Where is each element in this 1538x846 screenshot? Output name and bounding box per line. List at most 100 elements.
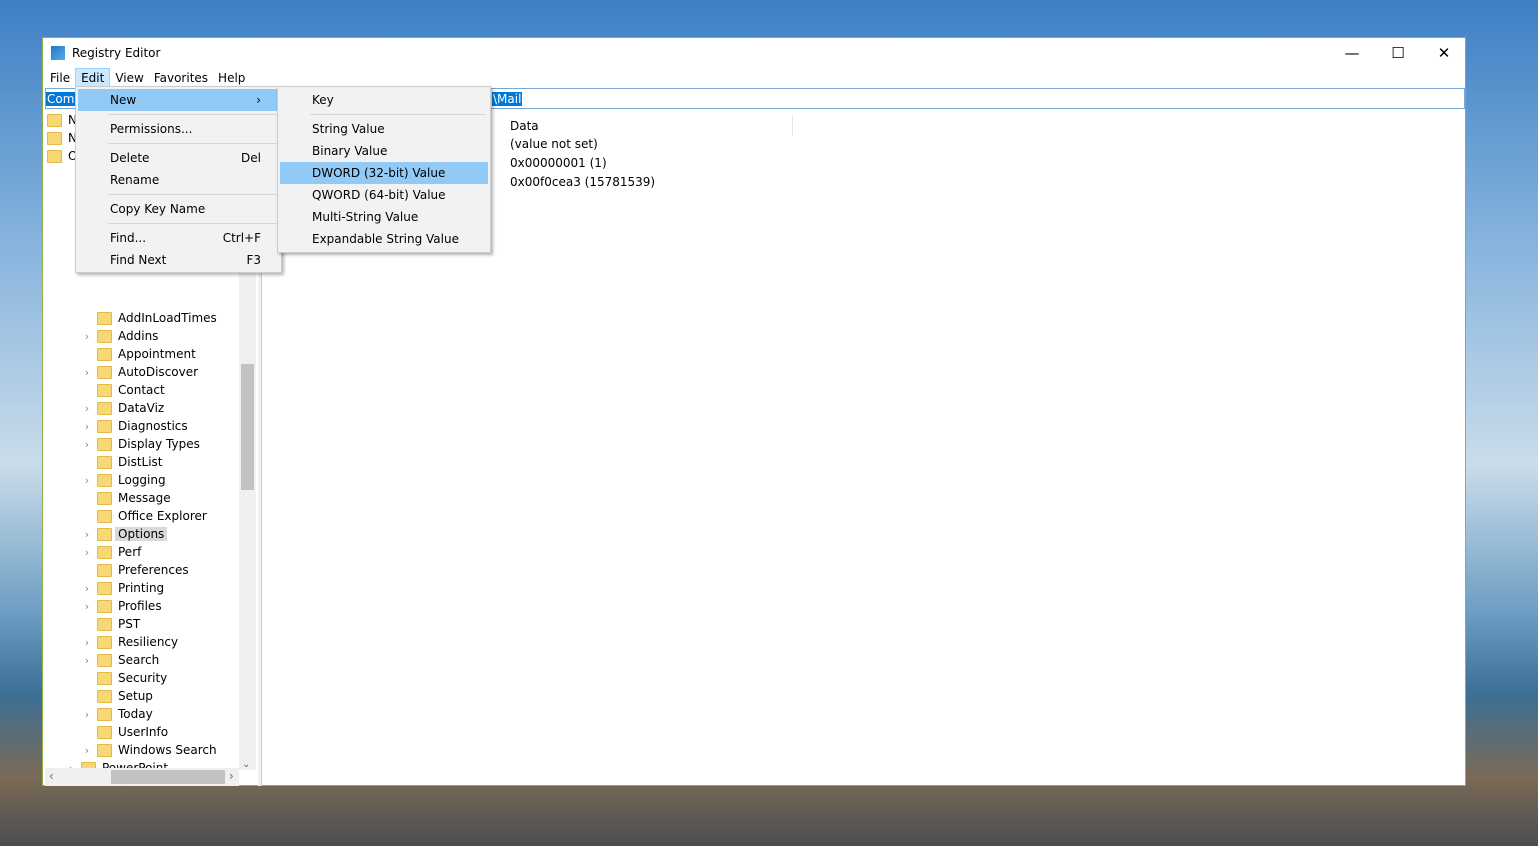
chevron-right-icon[interactable]: › <box>81 474 93 487</box>
menu-item-find-next[interactable]: Find Next F3 <box>78 249 279 271</box>
menu-file[interactable]: File <box>45 69 75 87</box>
tree-item[interactable]: AddInLoadTimes <box>81 309 217 327</box>
tree-item[interactable]: N <box>47 111 77 129</box>
chevron-right-icon[interactable]: › <box>81 654 93 667</box>
menu-favorites[interactable]: Favorites <box>149 69 213 87</box>
scroll-right-icon[interactable]: › <box>229 769 234 783</box>
folder-icon <box>97 707 112 721</box>
tree-item[interactable]: DistList <box>81 453 163 471</box>
chevron-right-icon[interactable]: › <box>81 546 93 559</box>
tree-item[interactable]: › Search <box>81 651 159 669</box>
tree-item-label: DataViz <box>118 401 165 415</box>
folder-icon <box>97 509 112 523</box>
tree-item[interactable]: › Options <box>81 525 168 543</box>
chevron-right-icon[interactable]: › <box>81 402 93 415</box>
tree-item-label: Printing <box>118 581 165 595</box>
folder-icon <box>97 617 112 631</box>
tree-horizontal-scrollbar[interactable]: ‹ › <box>45 768 239 786</box>
tree-item[interactable]: Contact <box>81 381 165 399</box>
chevron-right-icon[interactable]: › <box>81 708 93 721</box>
tree-item[interactable]: O <box>47 147 77 165</box>
folder-icon <box>97 599 112 613</box>
folder-icon <box>97 635 112 649</box>
submenu-item-key[interactable]: Key <box>280 89 488 111</box>
chevron-right-icon[interactable]: › <box>81 420 93 433</box>
folder-icon <box>97 401 112 415</box>
scroll-left-icon[interactable]: ‹ <box>49 769 54 783</box>
folder-icon <box>47 149 62 163</box>
close-button[interactable]: ✕ <box>1421 38 1467 68</box>
tree-item[interactable]: › Resiliency <box>81 633 178 651</box>
tree-item-label: PST <box>118 617 141 631</box>
tree-item[interactable]: N <box>47 129 77 147</box>
menu-view[interactable]: View <box>110 69 148 87</box>
submenu-item-qword-value[interactable]: QWORD (64-bit) Value <box>280 184 488 206</box>
menu-item-copy-key-name[interactable]: Copy Key Name <box>78 198 279 220</box>
folder-icon <box>97 689 112 703</box>
folder-icon <box>97 653 112 667</box>
tree-item[interactable]: › AutoDiscover <box>81 363 198 381</box>
menu-edit[interactable]: Edit <box>75 68 111 88</box>
label: Find... <box>110 231 147 245</box>
chevron-right-icon[interactable]: › <box>81 600 93 613</box>
label: Find Next <box>110 253 167 267</box>
tree-item[interactable]: › Addins <box>81 327 159 345</box>
data-value: 0x00000001 (1) <box>510 156 607 170</box>
tree-item[interactable]: › DataViz <box>81 399 164 417</box>
data-column-header[interactable]: Data <box>505 116 793 136</box>
tree-item[interactable]: › Diagnostics <box>81 417 188 435</box>
chevron-right-icon[interactable]: › <box>81 744 93 757</box>
submenu-item-multi-string-value[interactable]: Multi-String Value <box>280 206 488 228</box>
tree-item[interactable]: Office Explorer <box>81 507 207 525</box>
tree-item[interactable]: › Display Types <box>81 435 200 453</box>
menu-help[interactable]: Help <box>213 69 250 87</box>
submenu-item-binary-value[interactable]: Binary Value <box>280 140 488 162</box>
menu-item-delete[interactable]: Delete Del <box>78 147 279 169</box>
title-bar: Registry Editor <box>43 38 1465 68</box>
scroll-thumb-h[interactable] <box>111 770 225 784</box>
chevron-right-icon[interactable]: › <box>81 330 93 343</box>
chevron-right-icon[interactable]: › <box>81 582 93 595</box>
folder-icon <box>97 581 112 595</box>
tree-item-label: Security <box>118 671 168 685</box>
tree-item-label: Display Types <box>118 437 200 451</box>
tree-item[interactable]: › Printing <box>81 579 164 597</box>
menu-item-permissions[interactable]: Permissions... <box>78 118 279 140</box>
minimize-button[interactable]: — <box>1329 38 1375 68</box>
chevron-right-icon[interactable]: › <box>81 366 93 379</box>
tree-item-label: Windows Search <box>118 743 217 757</box>
tree-item[interactable]: › Perf <box>81 543 142 561</box>
tree-item[interactable]: Appointment <box>81 345 196 363</box>
folder-icon <box>97 311 112 325</box>
maximize-button[interactable]: ☐ <box>1375 38 1421 68</box>
tree-item[interactable]: Preferences <box>81 561 189 579</box>
tree-item[interactable]: Message <box>81 489 171 507</box>
scroll-thumb[interactable] <box>241 364 254 490</box>
folder-icon <box>97 563 112 577</box>
scroll-down-icon[interactable]: ⌄ <box>242 759 250 770</box>
tree-item[interactable]: Setup <box>81 687 153 705</box>
chevron-right-icon[interactable]: › <box>81 528 93 541</box>
chevron-right-icon[interactable]: › <box>81 438 93 451</box>
submenu-item-dword-value[interactable]: DWORD (32-bit) Value <box>280 162 488 184</box>
folder-icon <box>97 671 112 685</box>
data-value: 0x00f0cea3 (15781539) <box>510 175 656 189</box>
tree-item-label: Message <box>118 491 171 505</box>
folder-icon <box>97 329 112 343</box>
tree-item[interactable]: › Today <box>81 705 153 723</box>
tree-item[interactable]: › Logging <box>81 471 166 489</box>
tree-item[interactable]: UserInfo <box>81 723 168 741</box>
submenu-item-string-value[interactable]: String Value <box>280 118 488 140</box>
tree-item[interactable]: › Profiles <box>81 597 162 615</box>
tree-item[interactable]: Security <box>81 669 167 687</box>
tree-item[interactable]: › Windows Search <box>81 741 217 759</box>
chevron-right-icon[interactable]: › <box>81 636 93 649</box>
tree-item[interactable]: PST <box>81 615 140 633</box>
folder-icon <box>97 491 112 505</box>
folder-icon <box>47 131 62 145</box>
menu-item-new[interactable]: New › <box>78 89 279 111</box>
menu-item-find[interactable]: Find... Ctrl+F <box>78 227 279 249</box>
menu-item-rename[interactable]: Rename <box>78 169 279 191</box>
submenu-item-expandable-string-value[interactable]: Expandable String Value <box>280 228 488 250</box>
divider <box>108 194 277 195</box>
